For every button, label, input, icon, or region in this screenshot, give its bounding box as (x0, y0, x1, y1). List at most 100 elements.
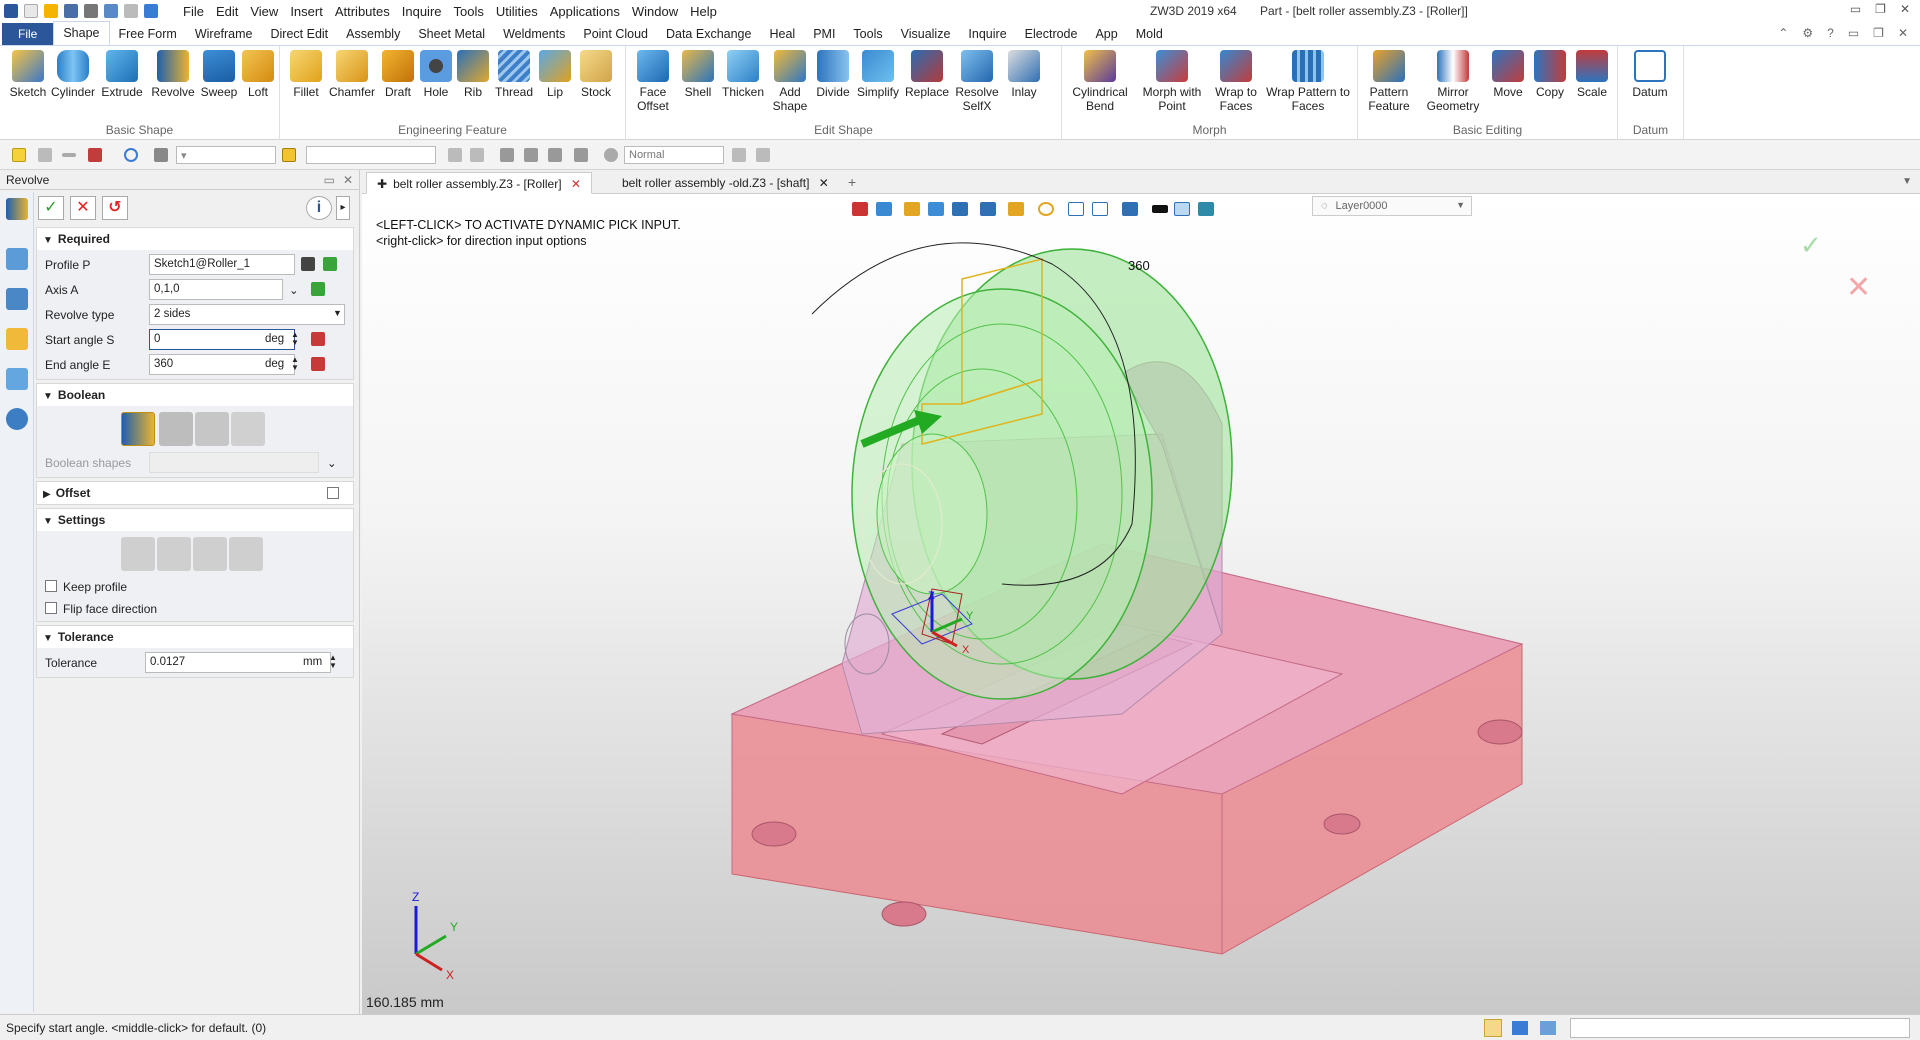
pick-combo[interactable] (306, 146, 436, 164)
tab-tools[interactable]: Tools (844, 23, 891, 45)
image-tab-icon[interactable] (6, 368, 28, 390)
menu-view[interactable]: View (244, 4, 284, 19)
pick-filter-icon[interactable] (12, 148, 26, 162)
keep-profile-checkbox[interactable] (45, 580, 57, 592)
status-icon-3[interactable] (1540, 1021, 1556, 1035)
profile-list-icon[interactable] (301, 257, 315, 271)
history-tab-icon[interactable] (6, 248, 28, 270)
doc-tab-close-icon[interactable]: ✕ (571, 177, 581, 191)
move-button[interactable]: Move (1488, 50, 1528, 99)
axis-input[interactable]: 0,1,0 (149, 279, 283, 300)
fillet-button[interactable]: Fillet (286, 50, 326, 99)
scale-button[interactable]: Scale (1572, 50, 1612, 99)
end-angle-spinner[interactable]: ▲ ▼ (291, 356, 299, 372)
close-doc-icon[interactable]: ✕ (1898, 26, 1908, 40)
menu-attributes[interactable]: Attributes (329, 4, 396, 19)
ok-button[interactable]: ✓ (38, 196, 64, 220)
restore-icon[interactable]: ❐ (1875, 2, 1886, 16)
menu-utilities[interactable]: Utilities (490, 4, 544, 19)
chamfer-button[interactable]: Chamfer (326, 50, 378, 99)
settings-icon[interactable]: ⚙ (1802, 26, 1813, 40)
loft-button[interactable]: Loft (240, 50, 276, 99)
resolve-selfx-button[interactable]: Resolve SelfX (952, 50, 1002, 113)
copy-button[interactable]: Copy (1530, 50, 1570, 99)
open-icon[interactable] (44, 4, 58, 18)
tab-point-cloud[interactable]: Point Cloud (574, 23, 657, 45)
axis-expand-icon[interactable]: ⌄ (289, 283, 299, 297)
thread-button[interactable]: Thread (492, 50, 536, 99)
divide-button[interactable]: Divide (814, 50, 852, 99)
align-icon-3[interactable] (500, 148, 514, 162)
morph-with-point-button[interactable]: Morph with Point (1138, 50, 1206, 113)
face-offset-button[interactable]: Face Offset (630, 50, 676, 113)
user-tab-icon[interactable] (6, 408, 28, 430)
tab-file[interactable]: File (2, 23, 54, 45)
tab-inquire[interactable]: Inquire (959, 23, 1015, 45)
simplify-button[interactable]: Simplify (854, 50, 902, 99)
add-shape-button[interactable]: Add Shape (768, 50, 812, 113)
revolve-button[interactable]: Revolve (150, 50, 196, 99)
render-mode-combo[interactable]: Normal (624, 146, 724, 164)
tab-mold[interactable]: Mold (1127, 23, 1172, 45)
filter-combo[interactable]: ▾ (176, 146, 276, 164)
shell-button[interactable]: Shell (678, 50, 718, 99)
align-icon-6[interactable] (574, 148, 588, 162)
save-icon[interactable] (64, 4, 78, 18)
help-icon[interactable]: ? (1827, 26, 1834, 40)
start-angle-spinner[interactable]: ▲ ▼ (291, 331, 299, 347)
tab-free-form[interactable]: Free Form (110, 23, 186, 45)
settings-option-4-icon[interactable] (229, 537, 263, 571)
minimize-doc-icon[interactable]: ▭ (1848, 26, 1859, 40)
doc-tab-shaft[interactable]: belt roller assembly -old.Z3 - [shaft] ✕ (612, 172, 839, 194)
tab-list-icon[interactable]: ▼ (1902, 176, 1912, 187)
tab-heal[interactable]: Heal (760, 23, 804, 45)
collapse-ribbon-icon[interactable]: ⌃ (1778, 26, 1788, 40)
inlay-button[interactable]: Inlay (1004, 50, 1044, 99)
status-icon-2[interactable] (1512, 1021, 1528, 1035)
tool-icon-1[interactable] (732, 148, 746, 162)
apply-button[interactable]: ↺ (102, 196, 128, 220)
doc-tab-roller[interactable]: ✚ belt roller assembly.Z3 - [Roller] ✕ (366, 172, 592, 194)
tab-assembly[interactable]: Assembly (337, 23, 409, 45)
panel-close-icon[interactable]: ✕ (343, 173, 353, 187)
info-button[interactable]: i (306, 196, 332, 220)
cylinder-button[interactable]: Cylinder (50, 50, 96, 99)
graphics-viewport[interactable]: <LEFT-CLICK> TO ACTIVATE DYNAMIC PICK IN… (362, 194, 1920, 1014)
section-settings-header[interactable]: ▼ Settings (37, 509, 353, 531)
menu-insert[interactable]: Insert (284, 4, 329, 19)
circle-icon[interactable] (124, 148, 138, 162)
section-required-header[interactable]: ▼ Required (37, 228, 353, 250)
extrude-button[interactable]: Extrude (100, 50, 144, 99)
assembly-tab-icon[interactable] (6, 288, 28, 310)
menu-edit[interactable]: Edit (210, 4, 244, 19)
section-offset-header[interactable]: ▶ Offset (37, 482, 353, 504)
hole-button[interactable]: Hole (418, 50, 454, 99)
align-icon-5[interactable] (548, 148, 562, 162)
align-icon-4[interactable] (524, 148, 538, 162)
tab-shape[interactable]: Shape (53, 21, 110, 45)
sketch-button[interactable]: Sketch (6, 50, 50, 99)
align-icon-2[interactable] (470, 148, 484, 162)
cylindrical-bend-button[interactable]: Cylindrical Bend (1066, 50, 1134, 113)
stock-button[interactable]: Stock (574, 50, 618, 99)
boolean-add-icon[interactable] (159, 412, 193, 446)
rib-button[interactable]: Rib (456, 50, 490, 99)
undo-icon[interactable] (104, 4, 118, 18)
settings-option-2-icon[interactable] (157, 537, 191, 571)
redo-icon[interactable] (124, 4, 138, 18)
tab-visualize[interactable]: Visualize (892, 23, 960, 45)
offset-checkbox[interactable] (327, 487, 339, 499)
pattern-feature-button[interactable]: Pattern Feature (1362, 50, 1416, 113)
boolean-base-icon[interactable] (121, 412, 155, 446)
profile-input[interactable]: Sketch1@Roller_1 (149, 254, 295, 275)
close-icon[interactable]: ✕ (1900, 2, 1910, 16)
draft-button[interactable]: Draft (380, 50, 416, 99)
wrap-pattern-button[interactable]: Wrap Pattern to Faces (1266, 50, 1350, 113)
filter-icon[interactable] (154, 148, 168, 162)
tab-sheet-metal[interactable]: Sheet Metal (409, 23, 494, 45)
section-tolerance-header[interactable]: ▼ Tolerance (37, 626, 353, 648)
end-angle-pick-icon[interactable] (311, 357, 325, 371)
tab-pmi[interactable]: PMI (804, 23, 844, 45)
menu-tools[interactable]: Tools (448, 4, 490, 19)
print-icon[interactable] (84, 4, 98, 18)
